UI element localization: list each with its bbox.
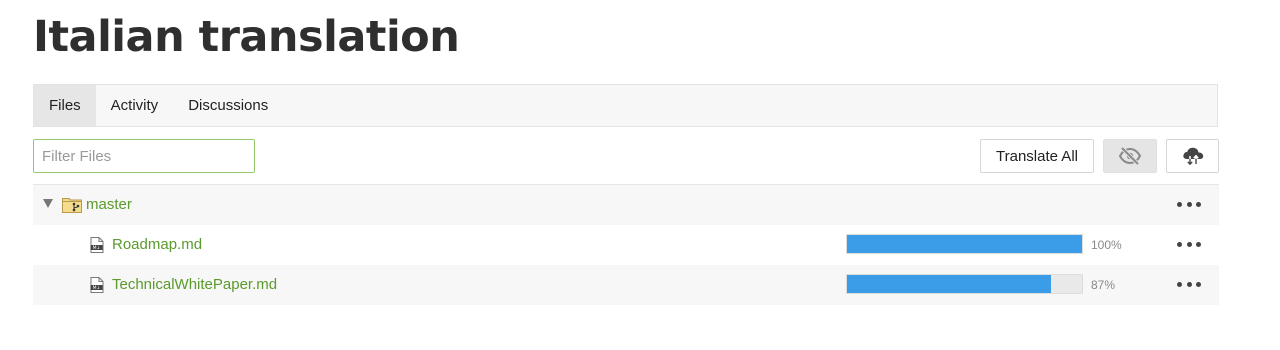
branch-folder-icon — [62, 198, 82, 213]
tree-row-branch[interactable]: master — [33, 185, 1219, 225]
translate-all-button[interactable]: Translate All — [980, 139, 1094, 173]
tab-discussions[interactable]: Discussions — [173, 85, 283, 126]
tab-activity[interactable]: Activity — [96, 85, 174, 126]
cloud-sync-button[interactable] — [1166, 139, 1219, 173]
tab-bar: Files Activity Discussions — [33, 84, 1218, 127]
tree-row-file[interactable]: M↓ TechnicalWhitePaper.md 87% — [33, 265, 1219, 305]
translation-progress-bar — [846, 274, 1083, 294]
tree-row-file[interactable]: M↓ Roadmap.md 100% — [33, 225, 1219, 265]
tab-files[interactable]: Files — [34, 85, 96, 126]
progress-percent: 87% — [1091, 278, 1116, 292]
markdown-file-icon: M↓ — [90, 277, 104, 293]
progress-percent: 100% — [1091, 238, 1122, 252]
eye-slash-icon — [1118, 147, 1142, 165]
branch-name[interactable]: master — [86, 196, 132, 213]
more-options-icon[interactable] — [1177, 242, 1201, 248]
more-options-icon[interactable] — [1177, 282, 1201, 288]
caret-down-icon[interactable] — [43, 199, 53, 208]
cloud-sync-icon — [1182, 147, 1203, 166]
svg-text:M↓: M↓ — [93, 245, 101, 251]
more-options-icon[interactable] — [1177, 202, 1201, 208]
file-name[interactable]: Roadmap.md — [112, 236, 202, 253]
filter-files-input[interactable] — [33, 139, 255, 173]
page-title: Italian translation — [33, 12, 460, 62]
markdown-file-icon: M↓ — [90, 237, 104, 253]
progress-fill — [847, 235, 1082, 253]
toggle-hidden-button[interactable] — [1103, 139, 1157, 173]
progress-fill — [847, 275, 1052, 293]
file-name[interactable]: TechnicalWhitePaper.md — [112, 276, 277, 293]
svg-text:M↓: M↓ — [93, 285, 101, 291]
translation-progress-bar — [846, 234, 1083, 254]
